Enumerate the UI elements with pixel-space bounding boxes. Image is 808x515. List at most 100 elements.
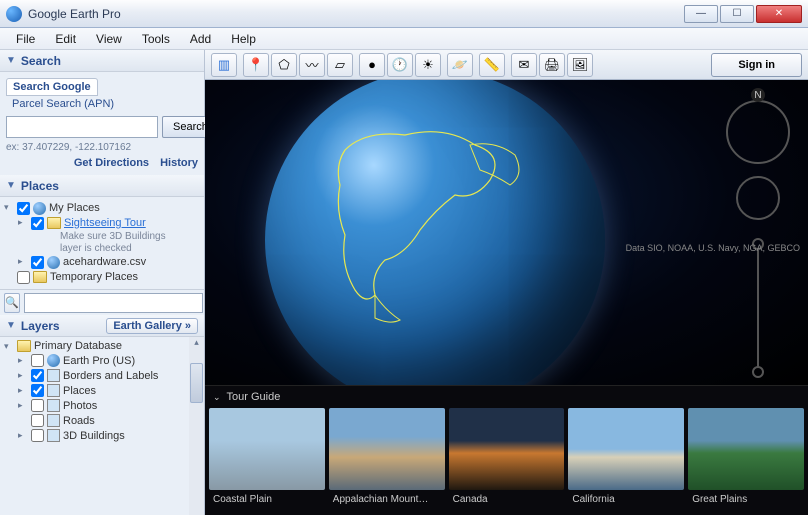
layer-borders[interactable]: Borders and Labels bbox=[63, 370, 158, 382]
minimize-button[interactable]: — bbox=[684, 5, 718, 23]
window-title: Google Earth Pro bbox=[28, 7, 684, 21]
layer-photos[interactable]: Photos bbox=[63, 400, 97, 412]
tour-thumb bbox=[449, 408, 565, 490]
menu-help[interactable]: Help bbox=[221, 30, 266, 48]
menu-add[interactable]: Add bbox=[180, 30, 221, 48]
places-search-icon[interactable]: 🔍 bbox=[4, 293, 20, 313]
tour-card[interactable]: California bbox=[568, 408, 684, 512]
search-panel-header[interactable]: ▼ Search bbox=[0, 50, 204, 72]
myplaces-checkbox[interactable] bbox=[17, 202, 30, 215]
temp-checkbox[interactable] bbox=[17, 271, 30, 284]
sightseeing-note1: Make sure 3D Buildings bbox=[60, 231, 200, 243]
sign-in-button[interactable]: Sign in bbox=[711, 53, 802, 77]
tour-label: Canada bbox=[449, 490, 565, 512]
globe-icon bbox=[33, 202, 46, 215]
layer-3d[interactable]: 3D Buildings bbox=[63, 430, 125, 442]
layer-primary[interactable]: Primary Database bbox=[34, 340, 122, 352]
print-button[interactable]: 🖨 bbox=[539, 53, 565, 77]
tour-card[interactable]: Great Plains bbox=[688, 408, 804, 512]
places-filter-input[interactable] bbox=[24, 293, 203, 313]
close-button[interactable]: ✕ bbox=[756, 5, 802, 23]
places-header-label: Places bbox=[21, 179, 59, 193]
history-link[interactable]: History bbox=[160, 157, 198, 169]
nav-zoom-slider[interactable] bbox=[752, 238, 764, 378]
tour-card[interactable]: Canada bbox=[449, 408, 565, 512]
chevron-down-icon: ⌄ bbox=[213, 392, 221, 403]
ace-checkbox[interactable] bbox=[31, 256, 44, 269]
sightseeing-checkbox[interactable] bbox=[31, 217, 44, 230]
expand-icon[interactable]: ▸ bbox=[18, 256, 28, 267]
expand-icon[interactable]: ▸ bbox=[18, 400, 28, 411]
layer-icon bbox=[47, 384, 60, 397]
layer-cb[interactable] bbox=[31, 429, 44, 442]
layer-cb[interactable] bbox=[31, 369, 44, 382]
sunlight-button[interactable]: ☀ bbox=[415, 53, 441, 77]
app-icon bbox=[6, 6, 22, 22]
folder-icon bbox=[47, 217, 61, 229]
record-tour-button[interactable]: ● bbox=[359, 53, 385, 77]
myplaces-label[interactable]: My Places bbox=[49, 202, 100, 214]
expand-icon[interactable] bbox=[4, 271, 14, 281]
hide-sidebar-button[interactable]: ▥ bbox=[211, 53, 237, 77]
places-panel-header[interactable]: ▼ Places bbox=[0, 175, 204, 197]
layers-header-label: Layers bbox=[21, 319, 60, 333]
historical-imagery-button[interactable]: 🕐 bbox=[387, 53, 413, 77]
layer-places[interactable]: Places bbox=[63, 385, 96, 397]
expand-icon[interactable]: ▸ bbox=[18, 370, 28, 381]
tour-thumb bbox=[209, 408, 325, 490]
menu-tools[interactable]: Tools bbox=[132, 30, 180, 48]
title-bar: Google Earth Pro — ☐ ✕ bbox=[0, 0, 808, 28]
add-placemark-button[interactable]: 📍 bbox=[243, 53, 269, 77]
email-button[interactable]: ✉ bbox=[511, 53, 537, 77]
collapse-icon: ▼ bbox=[6, 320, 16, 331]
ace-label[interactable]: acehardware.csv bbox=[63, 256, 146, 268]
globe-viewport[interactable]: N Data SIO, NOAA, U.S. Navy, NGA, GEBCO bbox=[205, 80, 808, 385]
expand-icon[interactable]: ▸ bbox=[18, 385, 28, 396]
country-outlines bbox=[315, 120, 535, 330]
tour-card[interactable]: Coastal Plain bbox=[209, 408, 325, 512]
ruler-button[interactable]: 📏 bbox=[479, 53, 505, 77]
add-path-button[interactable]: 〰 bbox=[299, 53, 325, 77]
expand-icon[interactable]: ▸ bbox=[18, 430, 28, 441]
tour-card[interactable]: Appalachian Mount… bbox=[329, 408, 445, 512]
tour-thumb bbox=[688, 408, 804, 490]
expand-icon[interactable] bbox=[18, 416, 28, 426]
add-polygon-button[interactable]: ⬠ bbox=[271, 53, 297, 77]
planet-button[interactable]: 🪐 bbox=[447, 53, 473, 77]
maximize-button[interactable]: ☐ bbox=[720, 5, 754, 23]
tour-thumb bbox=[329, 408, 445, 490]
search-input[interactable] bbox=[6, 116, 158, 138]
layer-earthpro[interactable]: Earth Pro (US) bbox=[63, 355, 135, 367]
save-image-button[interactable]: 🖼 bbox=[567, 53, 593, 77]
expand-icon[interactable]: ▾ bbox=[4, 202, 14, 213]
layer-roads[interactable]: Roads bbox=[63, 415, 95, 427]
layer-cb[interactable] bbox=[31, 384, 44, 397]
earth-gallery-button[interactable]: Earth Gallery » bbox=[106, 318, 198, 334]
menu-file[interactable]: File bbox=[6, 30, 45, 48]
layer-cb[interactable] bbox=[31, 414, 44, 427]
add-image-overlay-button[interactable]: ▱ bbox=[327, 53, 353, 77]
layers-panel-header[interactable]: ▼ Layers Earth Gallery » bbox=[0, 315, 204, 337]
layer-cb[interactable] bbox=[31, 354, 44, 367]
expand-icon[interactable]: ▾ bbox=[4, 341, 14, 352]
expand-icon[interactable]: ▸ bbox=[18, 217, 28, 228]
nav-look-joystick[interactable] bbox=[736, 176, 780, 220]
menu-view[interactable]: View bbox=[86, 30, 132, 48]
menu-edit[interactable]: Edit bbox=[45, 30, 86, 48]
sightseeing-link[interactable]: Sightseeing Tour bbox=[64, 217, 146, 229]
expand-icon[interactable]: ▸ bbox=[18, 355, 28, 366]
search-header-label: Search bbox=[21, 54, 61, 68]
layer-icon bbox=[47, 399, 60, 412]
layers-scrollbar[interactable]: ▴ bbox=[189, 337, 204, 515]
nav-compass[interactable]: N bbox=[726, 100, 790, 164]
search-tab-parcel[interactable]: Parcel Search (APN) bbox=[6, 96, 120, 112]
tour-guide-header[interactable]: ⌄ Tour Guide bbox=[205, 386, 808, 408]
temp-label[interactable]: Temporary Places bbox=[50, 271, 138, 283]
get-directions-link[interactable]: Get Directions bbox=[74, 157, 149, 169]
layer-cb[interactable] bbox=[31, 399, 44, 412]
tour-thumb bbox=[568, 408, 684, 490]
search-tab-google[interactable]: Search Google bbox=[6, 78, 98, 96]
search-example: ex: 37.407229, -122.107162 bbox=[6, 142, 198, 153]
layer-icon bbox=[47, 414, 60, 427]
globe-icon bbox=[47, 256, 60, 269]
